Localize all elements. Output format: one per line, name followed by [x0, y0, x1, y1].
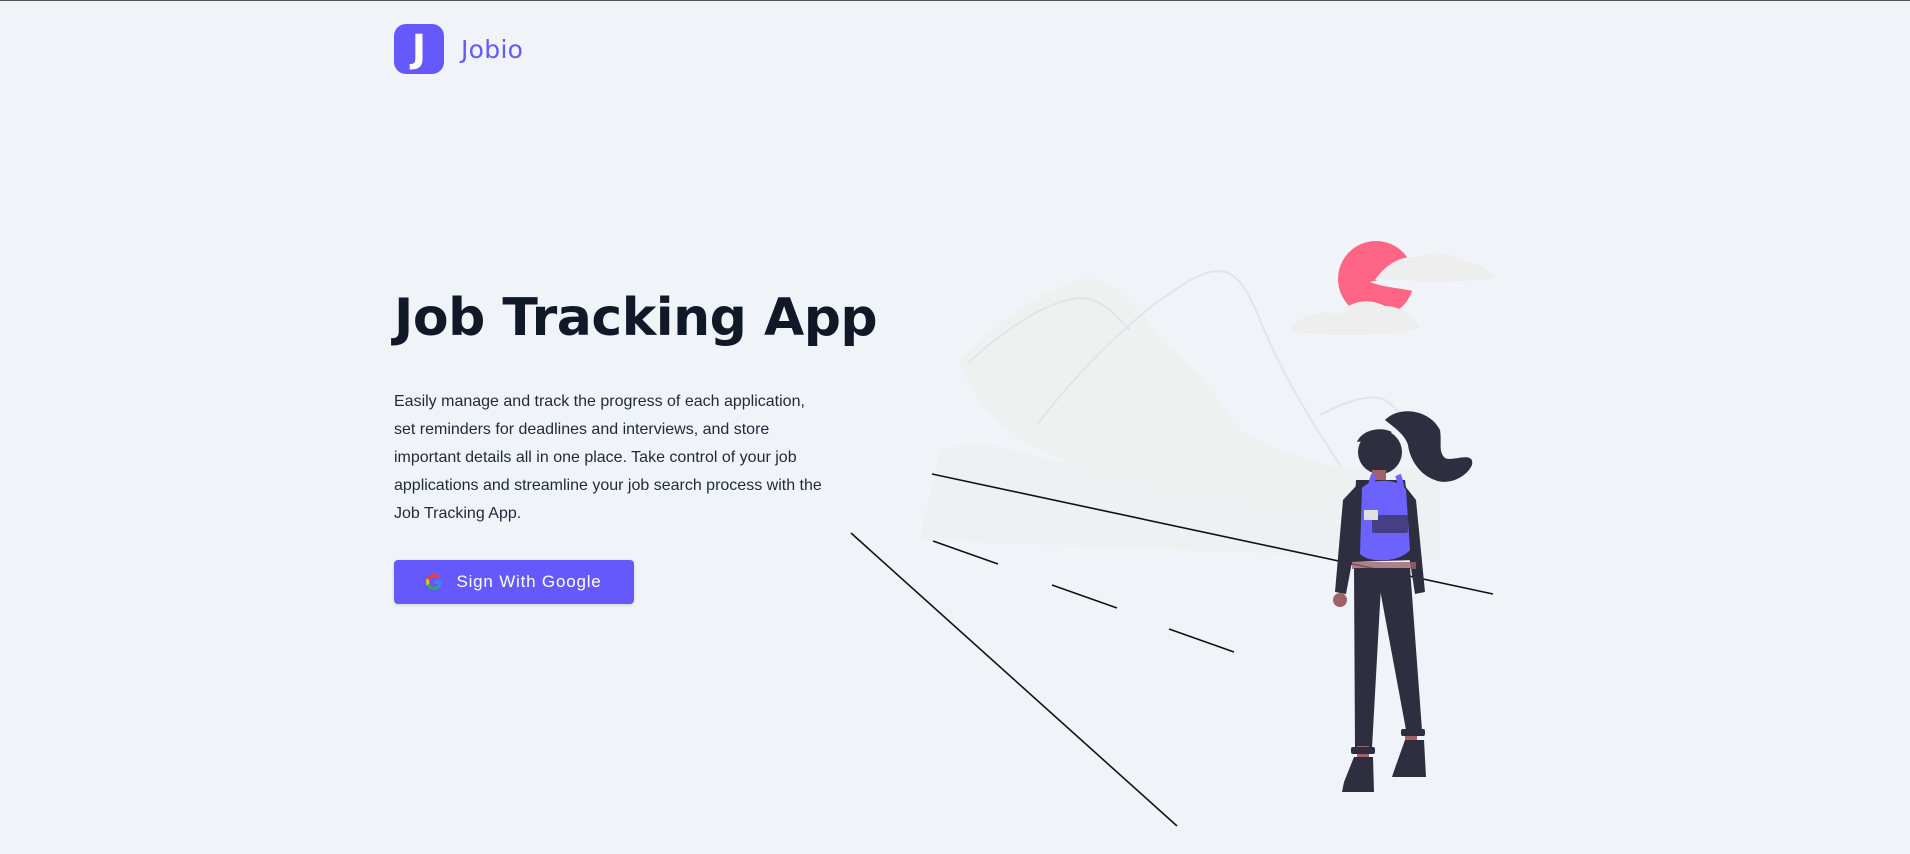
sign-with-google-label: Sign With Google	[456, 572, 602, 591]
logo-icon[interactable]: J	[394, 24, 444, 74]
hero-illustration	[850, 241, 1495, 827]
hero-title: Job Tracking App	[394, 288, 878, 348]
google-icon	[426, 574, 442, 590]
hero-description: Easily manage and track the progress of …	[394, 393, 822, 522]
top-border	[0, 0, 1910, 1]
road-dash-2	[1051, 584, 1118, 609]
sign-with-google-button[interactable]: Sign With Google	[394, 560, 634, 604]
brand-name[interactable]: Jobio	[461, 35, 523, 64]
navbar: J Jobio	[394, 24, 523, 74]
road-dash-3	[1168, 628, 1235, 653]
road-edge-left	[850, 532, 1178, 827]
road-dash-1	[932, 540, 999, 565]
